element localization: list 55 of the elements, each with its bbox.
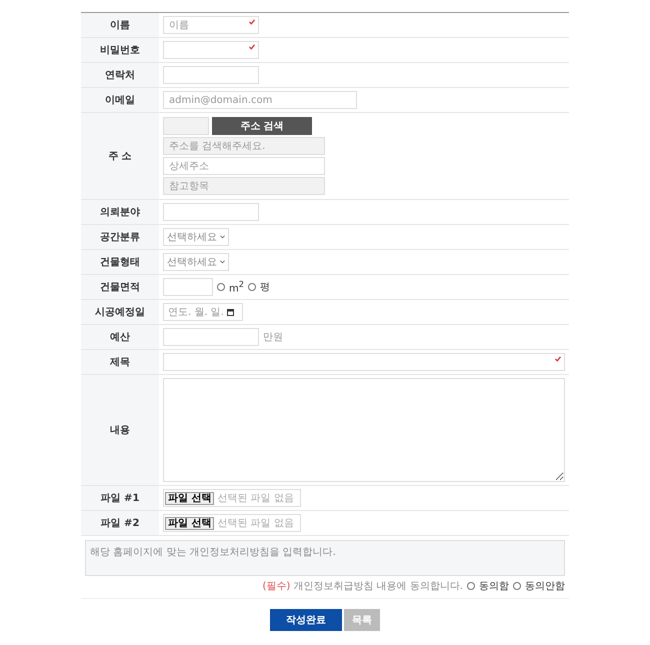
agreement-text: (필수) 개인정보취급방침 내용에 동의합니다. [262, 580, 463, 593]
text-field[interactable] [163, 278, 213, 296]
text-area[interactable] [163, 378, 565, 482]
address-field[interactable]: 참고항목 [163, 177, 325, 195]
file-field[interactable]: 파일 선택 선택된 파일 없음 [163, 489, 301, 507]
text-field[interactable] [163, 203, 259, 221]
radio-label: 동의함 [479, 580, 509, 593]
required-check-icon [555, 356, 561, 362]
file-status: 선택된 파일 없음 [217, 492, 294, 505]
required-check-icon [249, 44, 255, 50]
select-field[interactable]: 선택하세요 [163, 253, 229, 271]
file-field[interactable]: 파일 선택 선택된 파일 없음 [163, 514, 301, 532]
radio-label: 동의안함 [525, 580, 565, 593]
field-label: 의뢰분야 [81, 200, 159, 224]
field-label: 시공예정일 [81, 300, 159, 324]
field-label: 공간분류 [81, 225, 159, 249]
text-field[interactable] [163, 328, 259, 346]
unit-label: 만원 [263, 331, 283, 344]
file-select-button[interactable]: 파일 선택 [165, 516, 214, 530]
field-label: 파일 #2 [81, 511, 159, 535]
text-field[interactable] [163, 353, 565, 371]
calendar-icon [226, 308, 234, 316]
file-status: 선택된 파일 없음 [217, 517, 294, 530]
radio-button[interactable] [467, 582, 475, 590]
chevron-down-icon [220, 235, 225, 239]
field-label: 연락처 [81, 63, 159, 87]
submit-button[interactable]: 작성완료 [270, 609, 342, 631]
chevron-down-icon [220, 260, 225, 264]
field-label: 파일 #1 [81, 486, 159, 510]
text-field[interactable] [163, 66, 259, 84]
field-label: 이름 [81, 13, 159, 37]
field-label: 건물형태 [81, 250, 159, 274]
radio-button[interactable] [248, 283, 256, 291]
required-check-icon [249, 19, 255, 25]
address-field[interactable]: 주소를 검색해주세요. [163, 137, 325, 155]
radio-label: m$^{2}$ [229, 279, 244, 295]
radio-button[interactable] [513, 582, 521, 590]
field-label: 예산 [81, 325, 159, 349]
field-label: 주 소 [81, 113, 159, 199]
text-field[interactable] [163, 41, 259, 59]
text-field[interactable]: admin@domain.com [163, 91, 357, 109]
file-select-button[interactable]: 파일 선택 [165, 492, 214, 504]
field-label: 건물면적 [81, 275, 159, 299]
field-label: 비밀번호 [81, 38, 159, 62]
text-field[interactable]: 이름 [163, 16, 259, 34]
radio-label: 평 [260, 281, 270, 294]
field-label: 제목 [81, 350, 159, 374]
privacy-policy-text: 해당 홈페이지에 맞는 개인정보처리방침을 입력합니다. [85, 540, 565, 576]
address-search-button[interactable]: 주소 검색 [212, 117, 312, 135]
field-label: 이메일 [81, 88, 159, 112]
select-field[interactable]: 선택하세요 [163, 228, 229, 246]
postcode-field[interactable] [163, 117, 209, 135]
radio-button[interactable] [217, 283, 225, 291]
field-label: 내용 [81, 375, 159, 485]
address-field[interactable]: 상세주소 [163, 157, 325, 175]
